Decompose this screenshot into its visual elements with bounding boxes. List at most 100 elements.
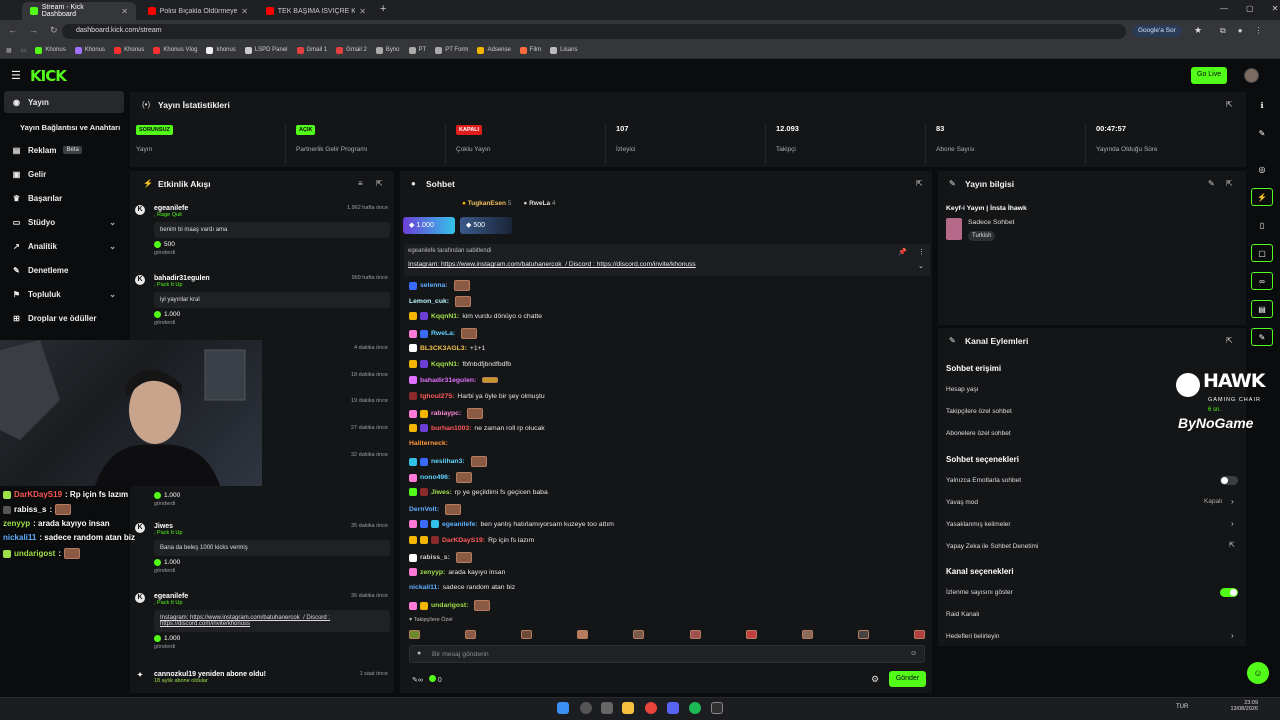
save-icon[interactable]: ▤ (1251, 300, 1273, 318)
kick-logo[interactable]: KICK (30, 67, 67, 85)
bolt-icon[interactable]: ⚡ (1251, 188, 1273, 206)
extensions-icon[interactable]: ⧉ (1220, 26, 1226, 36)
browser-tab-youtube-2[interactable]: TEK BAŞIMA İSVİÇRE KÖYLERİN... ✕ (258, 2, 374, 20)
bookmark-item[interactable]: Khonus (35, 46, 66, 54)
popout-icon[interactable]: ⇱ (1226, 336, 1233, 345)
category-name[interactable]: Sadece Sohbet (968, 219, 1014, 226)
chevron-down-icon[interactable]: ⌄ (918, 262, 924, 270)
bookmark-item[interactable]: Khonus (114, 46, 144, 54)
emote-icon[interactable] (633, 629, 645, 639)
avatar[interactable] (1244, 68, 1259, 83)
emotes-only-toggle[interactable] (1220, 476, 1238, 485)
close-icon[interactable]: ✕ (241, 7, 248, 16)
language-tag[interactable]: Turkish (968, 231, 996, 241)
bookmark-item[interactable]: khonus (206, 46, 236, 54)
support-chat-button[interactable]: ☺ (1247, 662, 1269, 684)
minimize-icon[interactable]: — (1220, 4, 1228, 13)
emote-picker-icon[interactable]: ● (417, 650, 421, 657)
option-emotes-only[interactable]: Yalnızca Emotlarla sohbet (946, 477, 1021, 484)
chevron-right-icon[interactable]: › (1231, 631, 1234, 640)
edit-icon[interactable]: ✎ (1208, 179, 1215, 188)
file-explorer-icon[interactable] (622, 702, 634, 714)
emote-icon[interactable] (409, 629, 420, 639)
bookmark-item[interactable]: LSPD Panel (244, 46, 288, 54)
folder-icon[interactable]: ▭ (21, 47, 27, 54)
info-icon[interactable]: ℹ (1251, 96, 1273, 114)
option-banned-words[interactable]: Yasaklanmış kelimeler (946, 521, 1011, 528)
option-account-age[interactable]: Hesap yaşı (946, 386, 979, 393)
option-raid-channel[interactable]: Raid Kanalı (946, 611, 980, 618)
bookmark-item[interactable]: Khonus (74, 46, 105, 54)
chevron-right-icon[interactable]: › (1231, 497, 1234, 506)
obs-icon[interactable] (711, 702, 723, 714)
forward-icon[interactable]: → (29, 25, 38, 36)
kick-pill[interactable]: ◆ 500 (460, 217, 512, 234)
clock[interactable]: 23:09 13/08/2026 (1228, 700, 1258, 712)
show-viewcount-toggle[interactable] (1220, 588, 1238, 597)
apps-icon[interactable]: ▦ (6, 47, 12, 54)
start-icon[interactable] (557, 702, 569, 714)
browser-tab-kick[interactable]: Stream - Kick Dashboard ✕ (22, 2, 136, 20)
option-subs-only[interactable]: Abonelere özel sohbet (946, 430, 1011, 437)
spotify-icon[interactable] (689, 702, 701, 714)
profile-icon[interactable]: ● (1238, 26, 1243, 36)
chat-input[interactable]: ● Bir mesaj gönderin ☺ (409, 645, 925, 663)
maximize-icon[interactable]: ▢ (1246, 4, 1254, 13)
sidebar-item-yayin[interactable]: ◉ Yayın (4, 91, 124, 113)
pin-icon[interactable]: 📌 (898, 248, 907, 256)
close-window-icon[interactable]: ✕ (1272, 4, 1279, 13)
external-link-icon[interactable]: ⇱ (1229, 541, 1235, 549)
chrome-icon[interactable] (645, 702, 657, 714)
sidebar-item-analitik[interactable]: ↗ Analitik ⌄ (4, 235, 124, 257)
emote-icon[interactable] (745, 629, 757, 639)
sidebar-item-denetleme[interactable]: ✎ Denetleme (4, 259, 124, 281)
browser-tab-youtube-1[interactable]: Polisi Bıçakla Öldürmeye Çalıştı... ✕ (140, 2, 256, 20)
bookmark-item[interactable]: Gmail 1 (296, 46, 327, 54)
option-show-viewcount[interactable]: İzlenme sayısını göster (946, 589, 1013, 596)
kick-pill[interactable]: ◆ 1.000 (403, 217, 455, 234)
send-button[interactable]: Gönder (889, 671, 926, 687)
bookmark-star-icon[interactable]: ★ (1194, 25, 1202, 36)
menu-icon[interactable]: ⋮ (1255, 26, 1263, 36)
option-followers-only[interactable]: Takipçilere özel sohbet (946, 408, 1012, 415)
close-icon[interactable]: ✕ (121, 7, 128, 16)
option-ai-moderation[interactable]: Yapay Zeka ile Sohbet Denetimi (946, 543, 1038, 550)
google-ask-button[interactable]: Google'a Sor (1132, 25, 1182, 37)
emote-icon[interactable] (577, 629, 589, 639)
taskview-icon[interactable] (601, 702, 613, 714)
pinned-text[interactable]: Instagram: https://www.instagram.com/bat… (408, 261, 696, 268)
emote-icon[interactable] (689, 629, 701, 639)
bookmark-item[interactable]: PT Form (435, 46, 468, 54)
filter-icon[interactable]: ≡ (358, 179, 363, 188)
popout-icon[interactable]: ⇱ (916, 179, 923, 188)
chat-icon[interactable]: ▢ (1251, 244, 1273, 262)
camera-icon[interactable]: ◎ (1251, 160, 1273, 178)
hamburger-menu-icon[interactable]: ☰ (11, 69, 21, 82)
popout-icon[interactable]: ⇱ (376, 179, 383, 188)
emote-icon[interactable] (913, 629, 925, 639)
sidebar-item-topluluk[interactable]: ⚑ Topluluk ⌄ (4, 283, 124, 305)
sidebar-item-droplar[interactable]: ⊞ Droplar ve ödüller (4, 307, 124, 329)
url-input[interactable]: dashboard.kick.com/stream (62, 24, 1126, 39)
bookmark-item[interactable]: Adsense (477, 46, 511, 54)
language-indicator[interactable]: TUR (1176, 704, 1188, 710)
back-icon[interactable]: ← (8, 25, 17, 36)
link-icon[interactable]: ∞ (1251, 272, 1273, 290)
emote-icon[interactable] (801, 629, 813, 639)
option-set-goals[interactable]: Hedefleri belirleyin (946, 633, 999, 640)
bookmark-item[interactable]: Byno (375, 46, 400, 54)
emote-icon[interactable] (465, 629, 477, 639)
wrench-icon[interactable]: ✎ (1251, 328, 1273, 346)
smiley-icon[interactable]: ☺ (910, 650, 917, 657)
sidebar-item-reklam[interactable]: ▤ Reklam Beta (4, 139, 124, 161)
kicks-counter[interactable]: ✎∞ (412, 676, 423, 684)
document-icon[interactable]: ▯ (1251, 216, 1273, 234)
sidebar-item-stream-key[interactable]: Yayın Bağlantısı ve Anahtarı (4, 116, 124, 138)
popout-icon[interactable]: ⇱ (1226, 179, 1233, 188)
sidebar-item-studyo[interactable]: ▭ Stüdyo ⌄ (4, 211, 124, 233)
edit-icon[interactable]: ✎ (1251, 124, 1273, 142)
bookmark-item[interactable]: Lisans (550, 46, 577, 54)
emote-icon[interactable] (857, 629, 869, 639)
close-icon[interactable]: ✕ (359, 7, 366, 16)
new-tab-button[interactable]: + (380, 3, 386, 15)
